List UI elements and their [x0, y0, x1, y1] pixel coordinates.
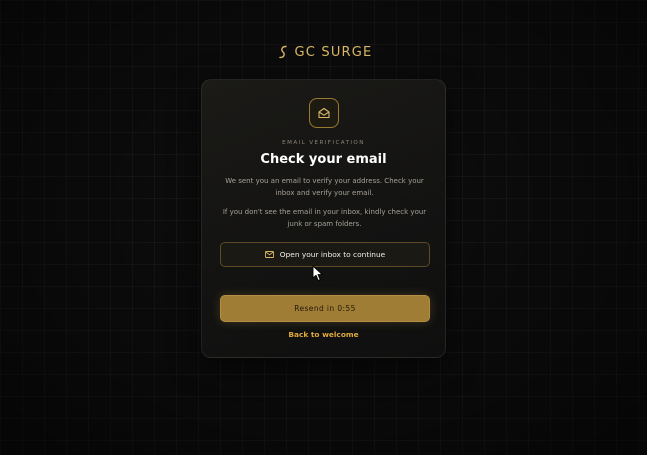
page-title: Check your email [260, 152, 387, 167]
verification-card: EMAIL VERIFICATION Check your email We s… [201, 79, 446, 358]
eyebrow-label: EMAIL VERIFICATION [282, 140, 365, 146]
open-inbox-label: Open your inbox to continue [279, 250, 386, 259]
resend-button[interactable]: Resend in 0:55 [220, 295, 430, 322]
mail-icon [264, 251, 274, 258]
back-to-welcome-link[interactable]: Back to welcome [202, 330, 445, 339]
open-envelope-badge [309, 98, 339, 128]
brand-name: GC SURGE [294, 44, 373, 60]
spam-hint-text: If you don't see the email in your inbox… [222, 208, 427, 228]
brand-logo-icon [278, 45, 287, 59]
mouse-pointer-icon [312, 265, 323, 281]
brand-header: GC SURGE [0, 44, 647, 60]
open-inbox-button[interactable]: Open your inbox to continue [220, 242, 430, 267]
resend-label: Resend in 0:55 [294, 304, 356, 313]
verification-page: GC SURGE EMAIL VERIFICATION Check your e… [0, 0, 647, 455]
instruction-text: We sent you an email to verify your addr… [225, 177, 424, 197]
open-envelope-icon [318, 107, 330, 119]
